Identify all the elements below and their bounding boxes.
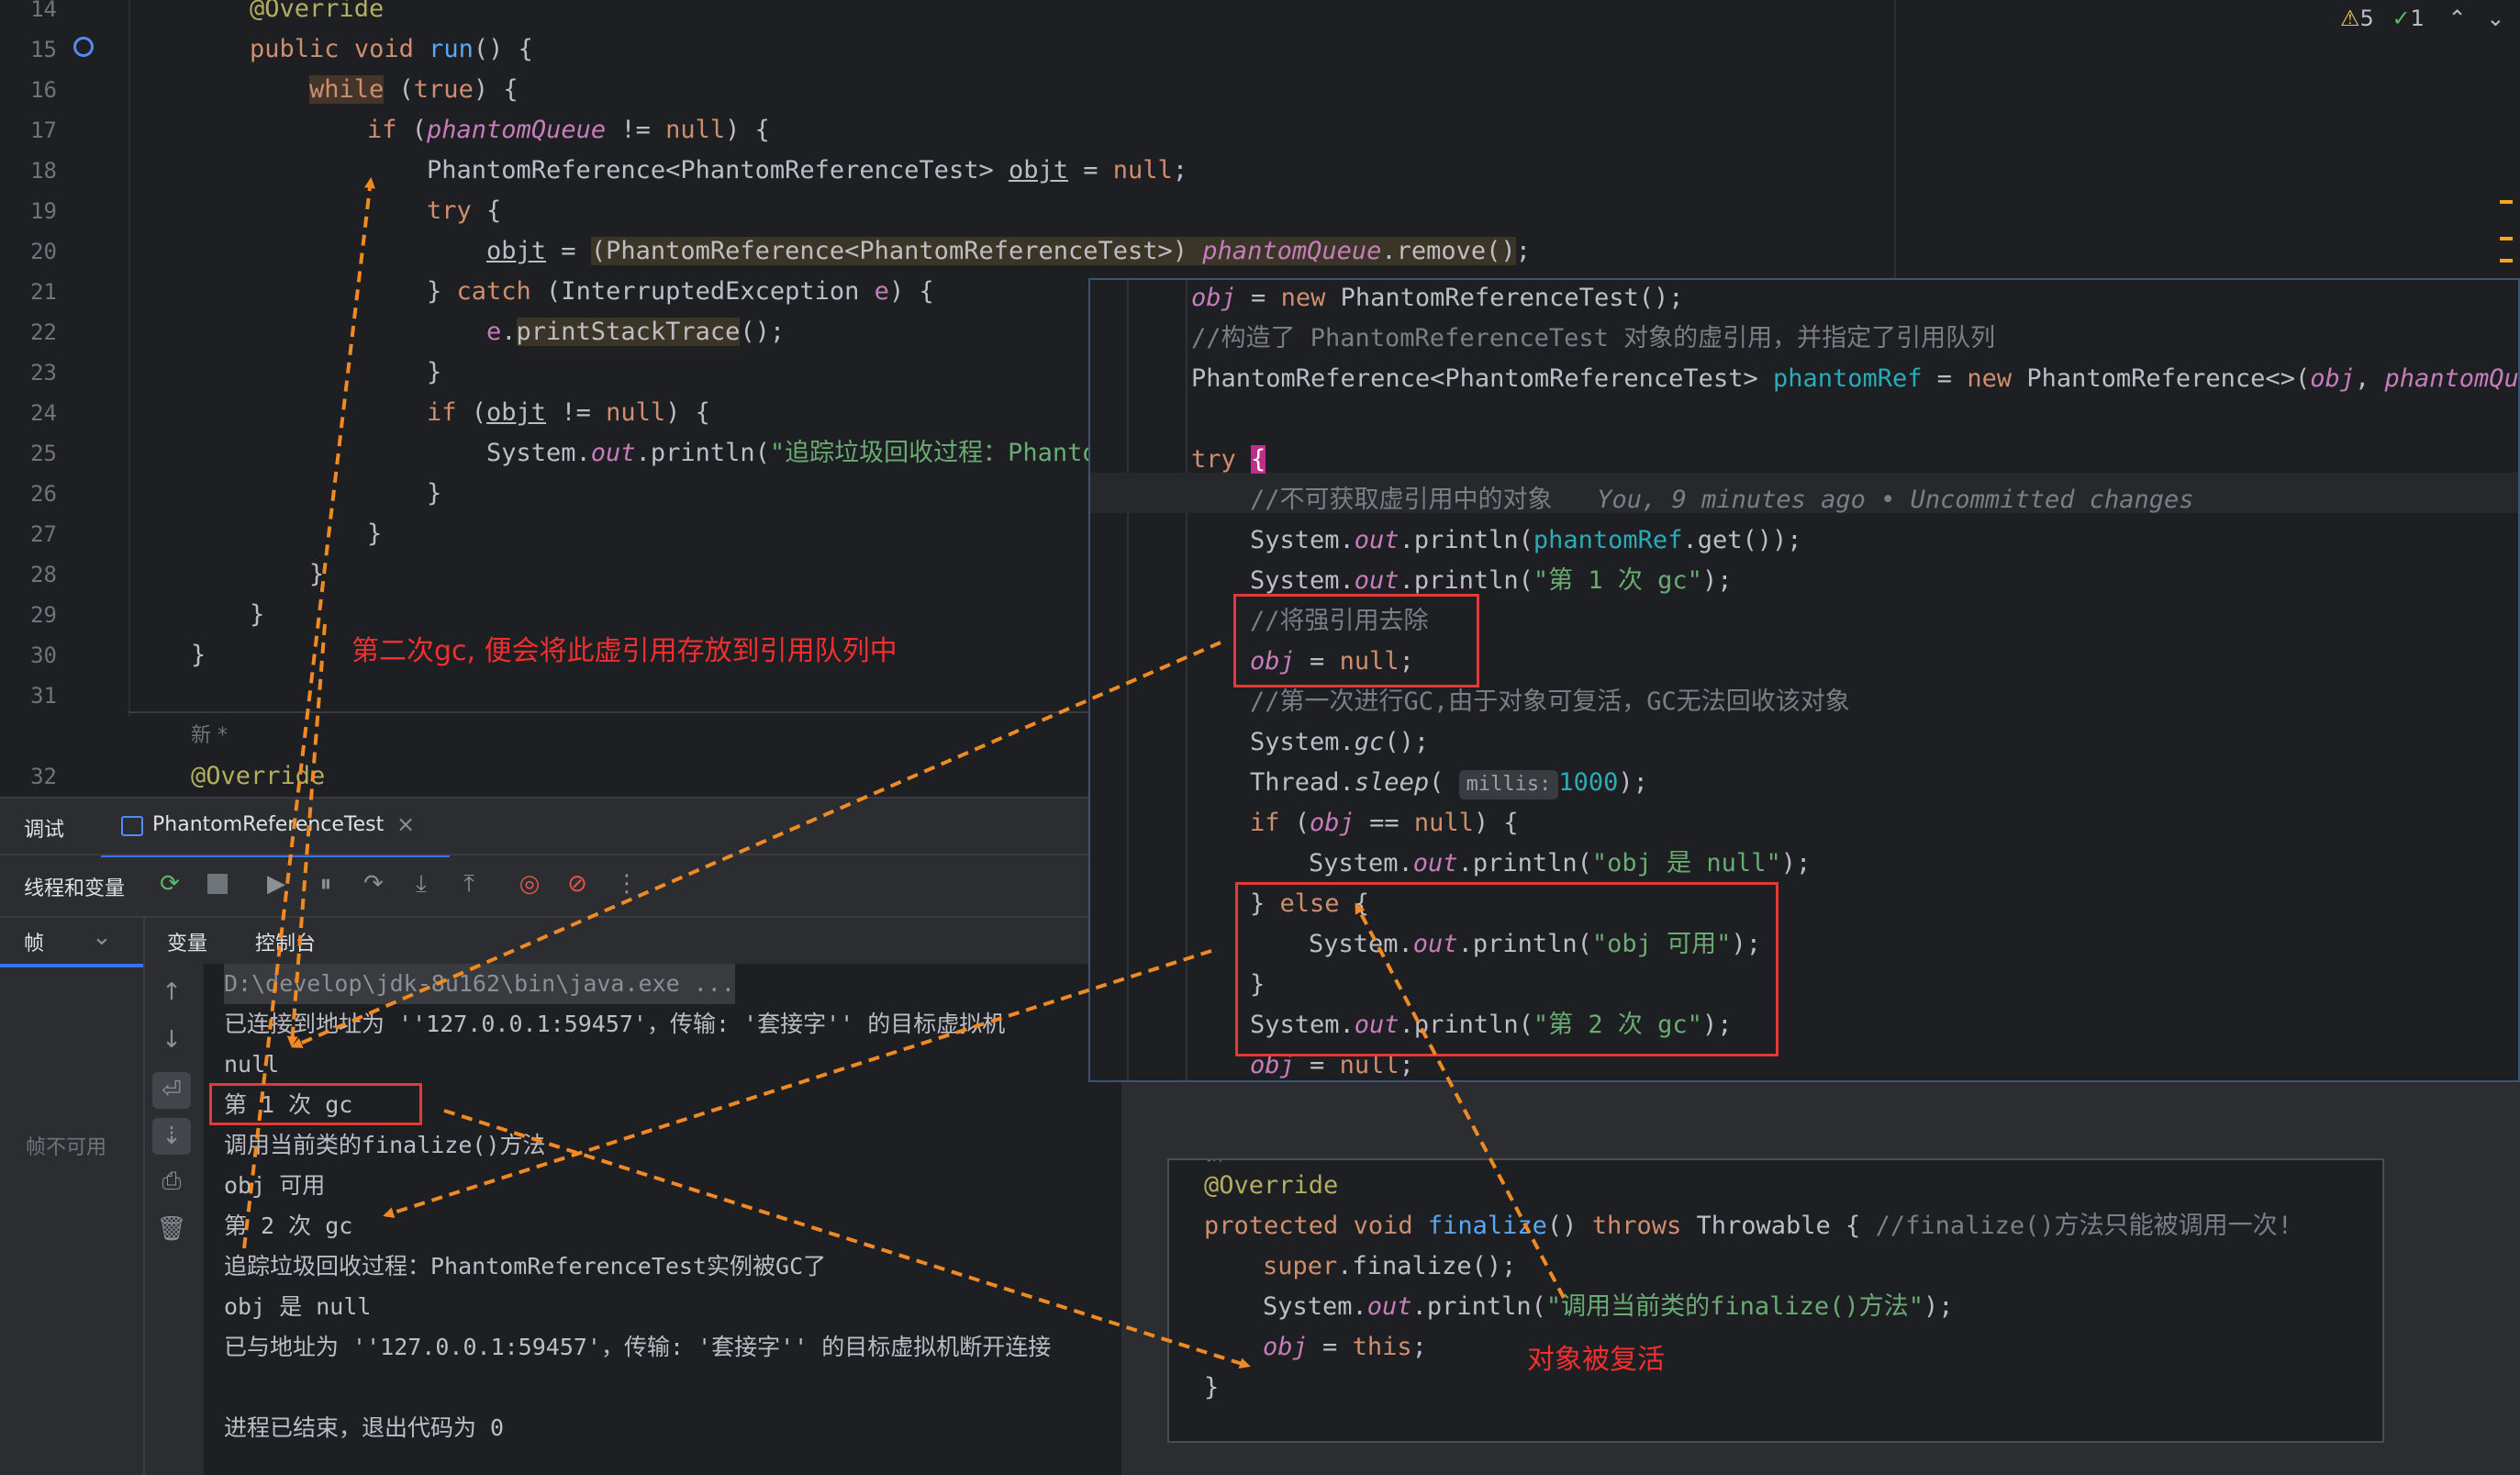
arrow-to-null <box>286 623 327 1047</box>
arrow-from-null-assign <box>291 641 1221 1048</box>
arrow-to-while <box>242 177 375 1249</box>
arrow-to-finalize <box>443 1109 1251 1369</box>
arrow-to-else <box>1355 902 1566 1299</box>
arrow-from-else <box>383 949 1212 1218</box>
annotation-arrows <box>242 177 1566 1369</box>
